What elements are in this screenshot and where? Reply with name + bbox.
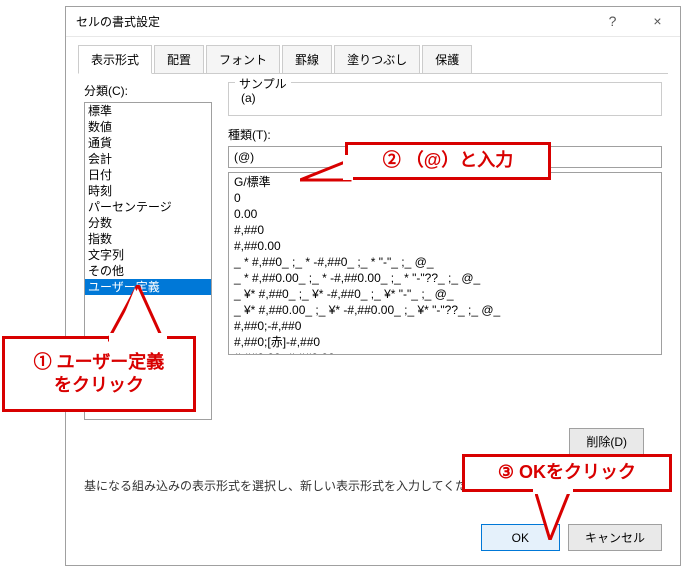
list-item[interactable]: 通貨 <box>85 135 211 151</box>
callout-3-mask <box>533 486 573 494</box>
list-item[interactable]: #,##0 <box>230 222 660 238</box>
callout-1: ① ユーザー定義 をクリック <box>2 336 196 412</box>
sample-group: サンプル (a) <box>228 82 662 116</box>
list-item[interactable]: 数値 <box>85 119 211 135</box>
list-item[interactable]: 会計 <box>85 151 211 167</box>
list-item[interactable]: 分数 <box>85 215 211 231</box>
tab-fill[interactable]: 塗りつぶし <box>334 45 420 74</box>
format-list[interactable]: G/標準 0 0.00 #,##0 #,##0.00 _ * #,##0_ ;_… <box>228 172 662 355</box>
list-item[interactable]: 時刻 <box>85 183 211 199</box>
callout-1-text: ① ユーザー定義 をクリック <box>34 351 165 398</box>
titlebar: セルの書式設定 ? × <box>66 7 680 37</box>
list-item[interactable]: _ ¥* #,##0_ ;_ ¥* -#,##0_ ;_ ¥* "-"_ ;_ … <box>230 286 660 302</box>
list-item[interactable]: 0 <box>230 190 660 206</box>
list-item[interactable]: #,##0;[赤]-#,##0 <box>230 334 660 350</box>
list-item[interactable]: 日付 <box>85 167 211 183</box>
list-item[interactable]: パーセンテージ <box>85 199 211 215</box>
list-item[interactable]: #,##0.00;-#,##0.00 <box>230 350 660 355</box>
callout-3-text: ③ OKをクリック <box>498 461 636 484</box>
tab-border[interactable]: 罫線 <box>282 45 332 74</box>
close-button[interactable]: × <box>635 7 680 35</box>
tab-font[interactable]: フォント <box>206 45 280 74</box>
tabs: 表示形式 配置 フォント 罫線 塗りつぶし 保護 <box>66 37 680 74</box>
list-item[interactable]: #,##0.00 <box>230 238 660 254</box>
category-label: 分類(C): <box>84 82 212 99</box>
callout-2: ② （@）と入力 <box>345 142 551 180</box>
dialog-title: セルの書式設定 <box>76 13 160 30</box>
callout-1-mask <box>109 333 167 343</box>
list-item[interactable]: _ * #,##0.00_ ;_ * -#,##0.00_ ;_ * "-"??… <box>230 270 660 286</box>
type-label: 種類(T): <box>228 126 662 143</box>
help-button[interactable]: ? <box>590 7 635 35</box>
list-item[interactable]: 0.00 <box>230 206 660 222</box>
callout-3-pointer <box>535 490 575 540</box>
tab-number-format[interactable]: 表示形式 <box>78 45 152 74</box>
tab-alignment[interactable]: 配置 <box>154 45 204 74</box>
list-item[interactable]: 標準 <box>85 103 211 119</box>
sample-value: (a) <box>237 89 653 107</box>
list-item[interactable]: _ ¥* #,##0.00_ ;_ ¥* -#,##0.00_ ;_ ¥* "-… <box>230 302 660 318</box>
list-item[interactable]: 指数 <box>85 231 211 247</box>
cancel-button[interactable]: キャンセル <box>568 524 662 551</box>
delete-button[interactable]: 削除(D) <box>569 428 644 455</box>
list-item[interactable]: _ * #,##0_ ;_ * -#,##0_ ;_ * "-"_ ;_ @_ <box>230 254 660 270</box>
callout-2-text: ② （@）と入力 <box>383 149 514 172</box>
list-item[interactable]: その他 <box>85 263 211 279</box>
list-item[interactable]: #,##0;-#,##0 <box>230 318 660 334</box>
list-item[interactable]: 文字列 <box>85 247 211 263</box>
callout-2-mask <box>343 155 353 180</box>
sample-label: サンプル <box>235 75 291 92</box>
tab-protection[interactable]: 保護 <box>422 45 472 74</box>
